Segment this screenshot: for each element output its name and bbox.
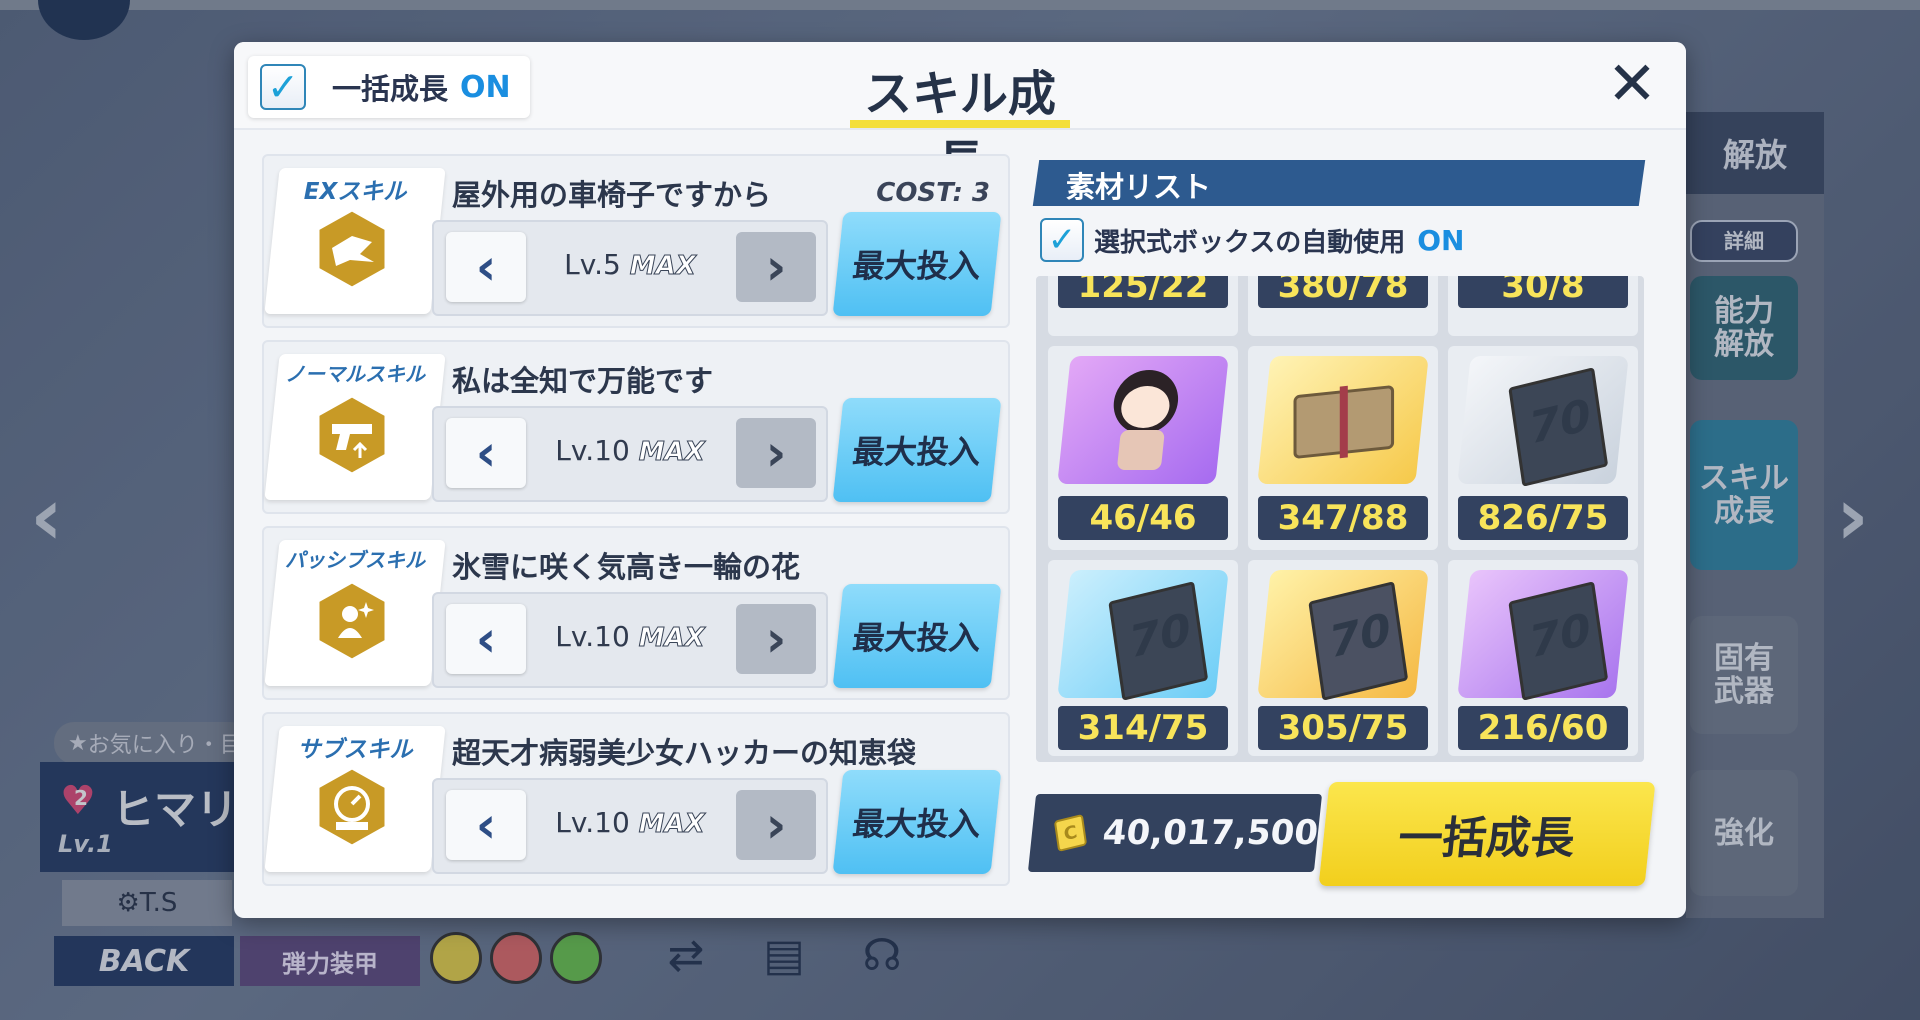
material-item[interactable]: 380/78	[1248, 276, 1438, 336]
cost-icon	[316, 766, 388, 848]
material-list-title: 素材リスト	[1066, 170, 1212, 204]
check-icon[interactable]: ✓	[260, 64, 306, 110]
material-count: 46/46	[1058, 496, 1228, 540]
level-up-chevron-icon[interactable]: ›	[736, 604, 816, 674]
skill-row-normal: ノーマルスキル 私は全知で万能です ‹ Lv.10 MAX › 最大投入	[262, 340, 1010, 514]
tech-note-icon	[1257, 570, 1429, 701]
level-selector: ‹ Lv.10 MAX ›	[432, 592, 828, 688]
max-invest-button[interactable]: 最大投入	[832, 584, 1002, 688]
level-down-chevron-icon[interactable]: ‹	[446, 604, 526, 674]
skill-type-label: パッシブスキル	[285, 548, 425, 572]
level-display: Lv.10 MAX	[530, 806, 730, 840]
level-display: Lv.10 MAX	[530, 434, 730, 468]
material-count: 314/75	[1058, 706, 1228, 750]
dialog-header: ✓ 一括成長 ON スキル成長 ✕	[234, 42, 1686, 192]
bulk-growth-button[interactable]: 一括成長	[1318, 782, 1656, 886]
level-down-chevron-icon[interactable]: ‹	[446, 232, 526, 302]
doll-material-icon	[1057, 356, 1229, 484]
auto-use-toggle[interactable]: ✓ 選択式ボックスの自動使用 ON	[1040, 218, 1464, 262]
skill-cost: COST: 3	[876, 178, 990, 208]
material-count: 125/22	[1058, 276, 1228, 308]
skill-row-passive: パッシブスキル 氷雪に咲く気高き一輪の花 ‹ Lv.10 MAX › 最大投入	[262, 526, 1010, 700]
level-up-chevron-icon[interactable]: ›	[736, 232, 816, 302]
max-badge: MAX	[629, 251, 696, 282]
skill-type-label: ノーマルスキル	[285, 362, 425, 386]
level-down-chevron-icon[interactable]: ‹	[446, 790, 526, 860]
level-selector: ‹ Lv.5 MAX ›	[432, 220, 828, 316]
material-item[interactable]: 305/75	[1248, 560, 1438, 756]
close-icon[interactable]: ✕	[1604, 54, 1660, 114]
level-down-chevron-icon[interactable]: ‹	[446, 418, 526, 488]
skill-growth-dialog: ✓ 一括成長 ON スキル成長 ✕ EXスキル 屋外用の車椅子ですから COST…	[234, 42, 1686, 918]
credit-value: 40,017,500	[1100, 813, 1321, 853]
tech-note-icon	[1057, 570, 1229, 701]
material-count: 826/75	[1458, 496, 1628, 540]
max-invest-button[interactable]: 最大投入	[832, 770, 1002, 874]
auto-use-state: ON	[1417, 223, 1465, 257]
ex-skill-icon	[316, 208, 388, 290]
bulk-growth-toggle[interactable]: ✓ 一括成長 ON	[248, 56, 530, 118]
max-badge: MAX	[638, 809, 705, 840]
material-count: 347/88	[1258, 496, 1428, 540]
bulk-toggle-state: ON	[460, 69, 511, 105]
level-value: Lv.10	[555, 620, 630, 653]
passive-icon	[316, 580, 388, 662]
level-value: Lv.10	[555, 434, 630, 467]
material-item[interactable]: 347/88	[1248, 346, 1438, 550]
max-badge: MAX	[638, 437, 705, 468]
tech-note-icon	[1457, 570, 1629, 701]
gun-icon	[316, 394, 388, 476]
level-display: Lv.10 MAX	[530, 620, 730, 654]
level-value: Lv.5	[564, 248, 621, 281]
credit-display: C 40,017,500	[1027, 794, 1323, 872]
material-item[interactable]: 216/60	[1448, 560, 1638, 756]
tech-note-icon	[1457, 356, 1629, 487]
level-up-chevron-icon[interactable]: ›	[736, 790, 816, 860]
material-count: 380/78	[1258, 276, 1428, 308]
skill-name: 屋外用の車椅子ですから	[452, 178, 772, 212]
material-item[interactable]: 826/75	[1448, 346, 1638, 550]
material-grid[interactable]: 125/22 380/78 30/8 46/46 347/88 70 826/7…	[1036, 276, 1644, 762]
bulk-toggle-label: 一括成長	[332, 72, 449, 106]
material-count: 216/60	[1458, 706, 1628, 750]
skill-type-label: EXスキル	[303, 179, 407, 205]
material-count: 30/8	[1458, 276, 1628, 308]
material-item[interactable]: 30/8	[1448, 276, 1638, 336]
max-invest-button[interactable]: 最大投入	[832, 398, 1002, 502]
skill-name: 氷雪に咲く気高き一輪の花	[452, 550, 801, 584]
credit-icon: C	[1053, 813, 1088, 853]
material-item[interactable]: 314/75	[1048, 560, 1238, 756]
material-item[interactable]: 125/22	[1048, 276, 1238, 336]
material-count: 305/75	[1258, 706, 1428, 750]
level-up-chevron-icon[interactable]: ›	[736, 418, 816, 488]
level-selector: ‹ Lv.10 MAX ›	[432, 406, 828, 502]
level-value: Lv.10	[555, 806, 630, 839]
package-material-icon	[1257, 356, 1429, 484]
skill-row-ex: EXスキル 屋外用の車椅子ですから COST: 3 ‹ Lv.5 MAX › 最…	[262, 154, 1010, 328]
max-invest-button[interactable]: 最大投入	[832, 212, 1002, 316]
check-icon[interactable]: ✓	[1040, 218, 1084, 262]
skill-name: 私は全知で万能です	[452, 364, 714, 398]
material-item[interactable]: 46/46	[1048, 346, 1238, 550]
auto-use-label: 選択式ボックスの自動使用	[1094, 227, 1406, 258]
max-badge: MAX	[638, 623, 705, 654]
title-underline	[850, 120, 1070, 128]
level-selector: ‹ Lv.10 MAX ›	[432, 778, 828, 874]
skill-name: 超天才病弱美少女ハッカーの知恵袋	[452, 736, 917, 770]
skill-type-label: サブスキル	[297, 737, 413, 763]
skill-row-sub: サブスキル 超天才病弱美少女ハッカーの知恵袋 ‹ Lv.10 MAX › 最大投…	[262, 712, 1010, 886]
level-display: Lv.5 MAX	[530, 248, 730, 282]
